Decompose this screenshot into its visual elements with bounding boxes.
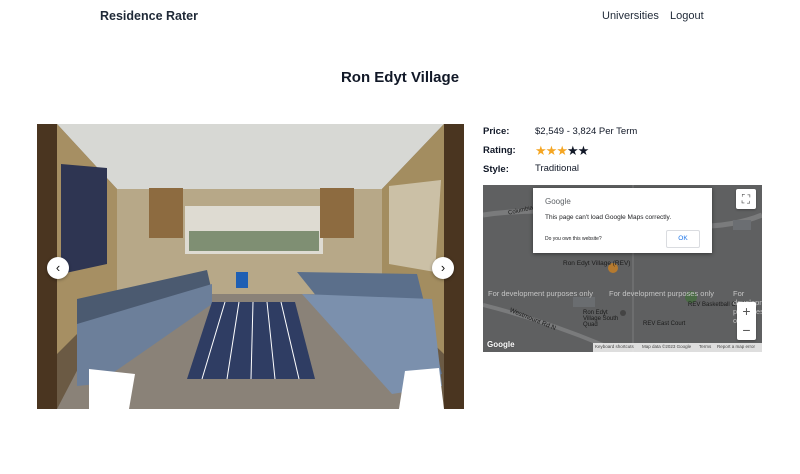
star-rating: ★★★★★ — [535, 142, 590, 158]
rating-label: Rating: — [483, 145, 516, 156]
report-map-error-link[interactable]: Report a map error — [717, 344, 755, 349]
style-label: Style: — [483, 164, 509, 175]
page-title: Ron Edyt Village — [340, 69, 460, 86]
price-label: Price: — [483, 126, 510, 137]
price-value: $2,549 - 3,824 Per Term — [535, 126, 638, 137]
fullscreen-icon[interactable]: ⛶ — [736, 189, 756, 209]
google-logo-text: Google — [545, 197, 571, 206]
map-embed[interactable]: For development purposes only For develo… — [483, 185, 762, 352]
dorm-room-photo — [37, 124, 464, 409]
google-map-logo: Google — [487, 340, 515, 349]
map-place-basketball: REV Basketball C — [688, 302, 736, 308]
carousel-prev-button[interactable]: ‹ — [47, 257, 69, 279]
carousel-next-button[interactable]: › — [432, 257, 454, 279]
terms-link[interactable]: Terms — [699, 344, 711, 349]
map-place-east-court: REV East Court — [643, 321, 686, 327]
map-place-village: Ron Edyt Village (REV) — [563, 260, 631, 267]
navbar: Residence Rater Universities Logout — [0, 0, 800, 34]
map-dev-watermark: For development purposes only — [609, 289, 715, 298]
style-value: Traditional — [535, 163, 580, 174]
nav-link-universities[interactable]: Universities — [602, 10, 659, 22]
star-empty-icon: ★ — [577, 143, 590, 158]
nav-link-logout[interactable]: Logout — [670, 10, 704, 22]
map-zoom-controls: + − — [737, 302, 756, 340]
map-place-south-quad: Ron Edyt Village South Quad — [583, 310, 619, 328]
brand-logo[interactable]: Residence Rater — [100, 9, 198, 23]
zoom-in-button[interactable]: + — [737, 302, 756, 320]
map-dev-watermark: For development purposes only — [488, 289, 594, 298]
image-carousel: ‹ › — [37, 124, 464, 409]
map-ok-button[interactable]: OK — [666, 230, 700, 248]
map-attribution-bar: Keyboard shortcuts Map data ©2023 Google… — [593, 343, 762, 352]
own-website-link[interactable]: Do you own this website? — [545, 236, 602, 242]
map-error-message: This page can't load Google Maps correct… — [545, 214, 672, 221]
keyboard-shortcuts-link[interactable]: Keyboard shortcuts — [595, 344, 634, 349]
map-error-dialog: Google This page can't load Google Maps … — [533, 188, 712, 253]
map-data-text: Map data ©2023 Google — [642, 344, 692, 349]
zoom-out-button[interactable]: − — [737, 321, 756, 339]
